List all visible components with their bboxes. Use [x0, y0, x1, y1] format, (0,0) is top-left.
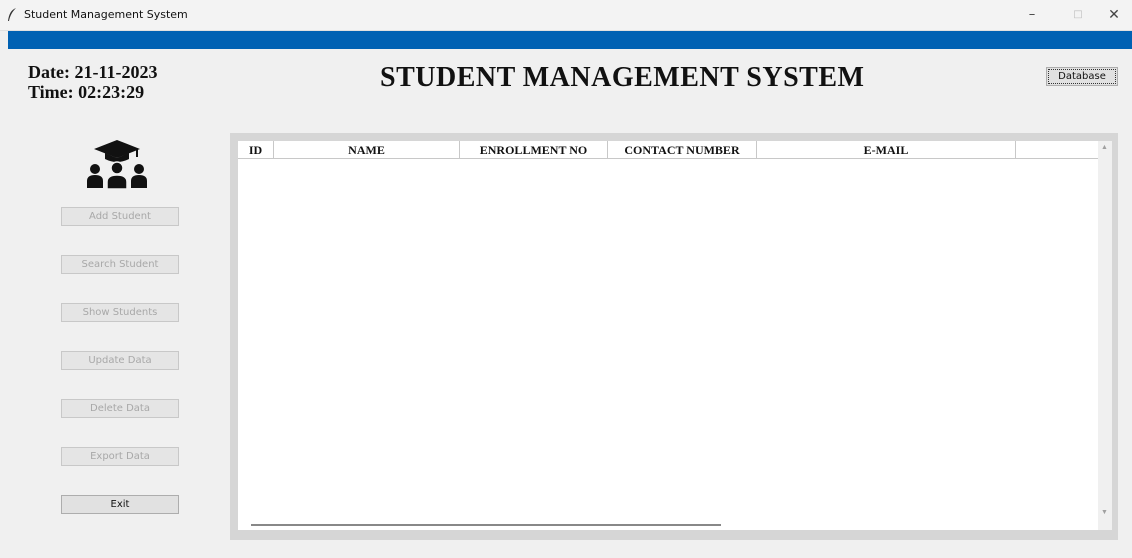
- window-title: Student Management System: [24, 8, 188, 21]
- close-button[interactable]: ✕: [1100, 5, 1128, 25]
- column-header-extra: [1016, 141, 1098, 159]
- horizontal-scroll-thumb[interactable]: [251, 524, 721, 526]
- window-titlebar: Student Management System – □ ✕: [0, 0, 1132, 31]
- database-button[interactable]: Database: [1046, 67, 1118, 86]
- feather-icon: [8, 8, 16, 21]
- search-student-button[interactable]: Search Student: [61, 255, 179, 274]
- export-data-button[interactable]: Export Data: [61, 447, 179, 466]
- minimize-button[interactable]: –: [1018, 5, 1046, 25]
- student-table[interactable]: ID NAME ENROLLMENT NO CONTACT NUMBER E-M…: [238, 141, 1098, 530]
- scroll-up-icon[interactable]: ▲: [1101, 144, 1108, 151]
- exit-button[interactable]: Exit: [61, 495, 179, 514]
- page-title: STUDENT MANAGEMENT SYSTEM: [380, 62, 865, 93]
- time-label: Time: 02:23:29: [28, 82, 145, 102]
- column-header-id[interactable]: ID: [238, 141, 274, 159]
- vertical-scrollbar[interactable]: ▲ ▼: [1098, 141, 1112, 530]
- maximize-button[interactable]: □: [1064, 5, 1092, 25]
- column-header-email[interactable]: E-MAIL: [757, 141, 1016, 159]
- update-data-button[interactable]: Update Data: [61, 351, 179, 370]
- table-header: ID NAME ENROLLMENT NO CONTACT NUMBER E-M…: [238, 141, 1098, 159]
- date-label: Date: 21-11-2023: [28, 62, 158, 82]
- database-button-label: Database: [1048, 69, 1116, 84]
- horizontal-scrollbar[interactable]: [238, 518, 1098, 530]
- column-header-name[interactable]: NAME: [274, 141, 460, 159]
- header-band: [8, 31, 1132, 49]
- delete-data-button[interactable]: Delete Data: [61, 399, 179, 418]
- column-header-enrollment[interactable]: ENROLLMENT NO: [460, 141, 608, 159]
- students-graduation-icon: [87, 140, 147, 190]
- add-student-button[interactable]: Add Student: [61, 207, 179, 226]
- column-header-contact[interactable]: CONTACT NUMBER: [608, 141, 757, 159]
- scroll-down-icon[interactable]: ▼: [1101, 509, 1108, 516]
- show-students-button[interactable]: Show Students: [61, 303, 179, 322]
